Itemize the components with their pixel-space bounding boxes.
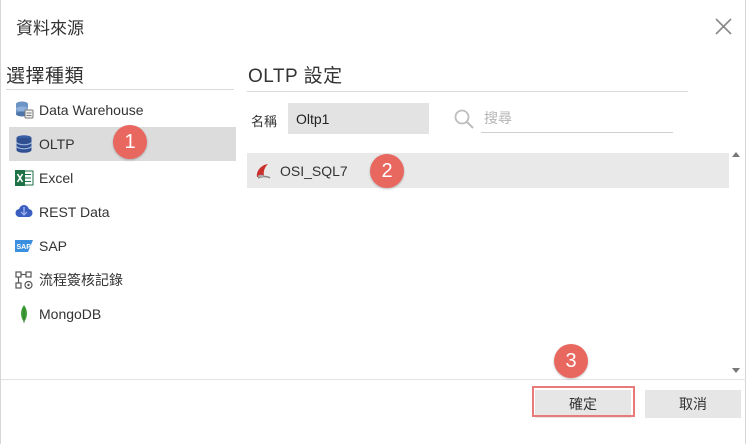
- sap-icon: SAP: [14, 236, 34, 256]
- scroll-up-arrow-icon[interactable]: [730, 149, 742, 159]
- data-warehouse-icon: [14, 100, 34, 120]
- type-item-data-warehouse[interactable]: Data Warehouse: [9, 93, 236, 127]
- type-item-label: Data Warehouse: [39, 102, 144, 118]
- excel-icon: [14, 168, 34, 188]
- settings-heading: OLTP 設定: [248, 66, 343, 87]
- ok-button[interactable]: 確定: [535, 390, 631, 418]
- step-badge-3: 3: [554, 344, 588, 378]
- divider: [247, 91, 688, 92]
- dialog-title: 資料來源: [16, 19, 84, 38]
- name-label: 名稱: [251, 114, 278, 129]
- footer-divider: [1, 379, 746, 380]
- search-icon[interactable]: [453, 108, 475, 130]
- mongodb-leaf-icon: [14, 304, 34, 324]
- step-badge-2: 2: [370, 154, 404, 188]
- sql-server-icon: [253, 161, 273, 181]
- connection-list: OSI_SQL7: [247, 153, 729, 378]
- data-source-dialog: 資料來源 選擇種類 Data Warehouse OLTP Excel REST…: [0, 0, 746, 444]
- type-item-workflow[interactable]: 流程簽核記錄: [9, 263, 236, 297]
- database-icon: [14, 134, 34, 154]
- type-item-label: REST Data: [39, 204, 110, 220]
- type-item-label: Excel: [39, 170, 74, 186]
- step-badge-1: 1: [113, 125, 147, 159]
- type-item-label: SAP: [39, 238, 68, 254]
- type-item-excel[interactable]: Excel: [9, 161, 236, 195]
- cancel-button[interactable]: 取消: [645, 390, 741, 418]
- connection-label: OSI_SQL7: [280, 162, 348, 179]
- type-heading: 選擇種類: [6, 66, 85, 87]
- type-item-mongodb[interactable]: MongoDB: [9, 297, 236, 331]
- close-icon: [715, 18, 732, 35]
- type-item-label: OLTP: [39, 136, 75, 152]
- scroll-down-arrow-icon[interactable]: [730, 366, 742, 376]
- workflow-icon: [14, 270, 34, 290]
- rest-cloud-icon: [14, 202, 34, 222]
- divider: [6, 89, 234, 90]
- type-item-sap[interactable]: SAP SAP: [9, 229, 236, 263]
- type-item-label: MongoDB: [39, 306, 102, 322]
- type-item-rest-data[interactable]: REST Data: [9, 195, 236, 229]
- type-item-label: 流程簽核記錄: [39, 272, 123, 288]
- close-button[interactable]: [709, 12, 739, 42]
- svg-text:SAP: SAP: [17, 244, 32, 251]
- name-input[interactable]: [288, 103, 429, 134]
- search-input[interactable]: [481, 104, 673, 133]
- connection-item-osi-sql7[interactable]: OSI_SQL7: [247, 153, 729, 188]
